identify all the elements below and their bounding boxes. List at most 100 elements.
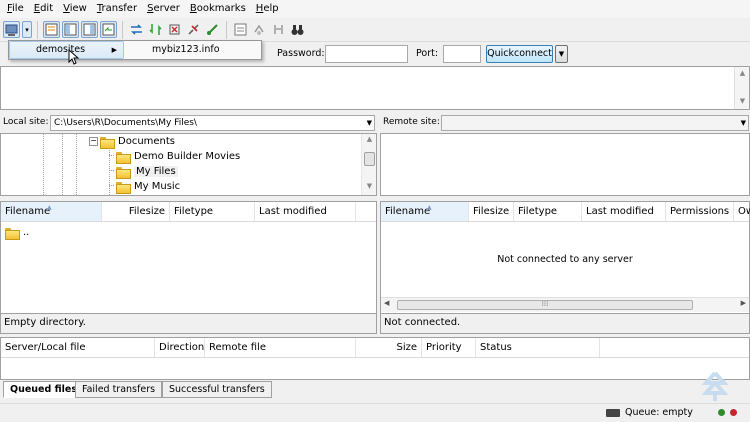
site-manager-icon[interactable] [3,21,20,38]
remote-directory-tree[interactable] [380,133,750,196]
column-size[interactable]: Size [356,338,422,357]
tree-item-my-files[interactable]: My Files [116,164,178,179]
tree-item-label: Demo Builder Movies [134,151,241,162]
scroll-right-icon[interactable]: ▶ [741,299,746,307]
menu-server[interactable]: Server [142,1,185,17]
column-filename[interactable]: Filename ▲ [381,202,469,221]
tab-successful-transfers[interactable]: Successful transfers [162,381,272,398]
scroll-down-icon[interactable]: ▼ [362,182,377,190]
scroll-down-icon[interactable]: ▼ [735,97,750,105]
column-filename[interactable]: Filename ▲ [1,202,102,221]
quickconnect-history-dropdown[interactable]: ▼ [555,45,568,63]
column-priority[interactable]: Priority [422,338,476,357]
scroll-left-icon[interactable]: ◀ [384,299,389,307]
queue-header: Server/Local file Direction Remote file … [1,338,749,358]
chevron-down-icon[interactable]: ▼ [741,116,746,130]
tree-item-my-music[interactable]: My Music [116,179,180,194]
message-log-toggle-icon[interactable] [43,21,60,38]
column-direction[interactable]: Direction [155,338,205,357]
ssl-indicator-icon [606,409,620,417]
scroll-up-icon[interactable]: ▲ [362,135,377,143]
queue-tabs: Queued files Failed transfers Successful… [0,381,750,399]
local-file-list[interactable]: Filename ▲ Filesize Filetype Last modifie… [0,201,377,314]
scroll-thumb[interactable] [364,152,375,166]
remote-tree-toggle-icon[interactable] [81,21,98,38]
list-item[interactable]: .. [5,225,29,240]
queue-status: Queue: empty [625,407,693,418]
refresh-icon[interactable] [128,21,145,38]
sort-ascending-icon: ▲ [427,204,432,211]
password-label: Password: [277,48,325,59]
local-directory-tree[interactable]: − Documents Demo Builder Movies My Files… [0,133,377,196]
file-name: .. [23,227,30,238]
column-status[interactable]: Status [476,338,600,357]
toolbar-separator [226,20,227,39]
column-remote-file[interactable]: Remote file [205,338,356,357]
process-queue-icon[interactable] [147,21,164,38]
disconnect-icon[interactable] [185,21,202,38]
menu-help[interactable]: Help [251,1,284,17]
site-manager-menu: demosites ▶ mybiz123.info [8,40,262,60]
local-status-line: Empty directory. [0,314,377,334]
tree-item-label: Documents [118,136,176,147]
column-filetype[interactable]: Filetype [170,202,255,221]
tree-item-label: My Music [134,181,181,192]
tree-item-documents[interactable]: Documents [100,134,175,149]
folder-icon [116,166,131,179]
toolbar-separator [37,20,38,39]
sort-ascending-icon: ▲ [47,204,52,211]
status-bar: Queue: empty [0,403,750,422]
directory-comparison-icon[interactable] [270,21,287,38]
scroll-up-icon[interactable]: ▲ [735,69,750,77]
scroll-thumb[interactable]: ⁞⁞⁞ [397,300,693,310]
quickconnect-button[interactable]: Quickconnect [486,45,553,63]
collapse-toggle-icon[interactable]: − [89,137,98,146]
column-owner[interactable]: Ow [734,202,750,221]
menu-item-demosites[interactable]: demosites ▶ [9,41,124,59]
local-tree-toggle-icon[interactable] [62,21,79,38]
column-last-modified[interactable]: Last modified [582,202,666,221]
menu-bookmarks[interactable]: Bookmarks [185,1,251,17]
remote-site-path-combo[interactable]: ▼ [441,115,749,131]
cancel-operation-icon[interactable] [166,21,183,38]
column-filetype[interactable]: Filetype [514,202,582,221]
tree-item-label: My Files [134,166,178,177]
local-list-header: Filename ▲ Filesize Filetype Last modifie… [1,202,376,222]
remote-list-hscrollbar[interactable]: ◀ ⁞⁞⁞ ▶ [381,297,749,312]
tree-item-demo-builder-movies[interactable]: Demo Builder Movies [116,149,240,164]
column-last-modified[interactable]: Last modified [255,202,356,221]
directory-listing-filters-icon[interactable] [232,21,249,38]
site-manager-dropdown-icon[interactable]: ▾ [22,21,32,38]
menu-file[interactable]: File [2,1,29,17]
receive-led-icon [730,409,737,416]
local-site-path-combo[interactable]: C:\Users\R\Documents\My Files\ ▼ [50,115,375,131]
sync-browsing-icon[interactable] [251,21,268,38]
column-permissions[interactable]: Permissions [666,202,734,221]
remote-file-list[interactable]: Filename ▲ Filesize Filetype Last modifie… [380,201,750,314]
local-tree-scrollbar[interactable]: ▲ ▼ [361,134,376,195]
folder-icon [116,151,131,164]
message-log-scrollbar[interactable]: ▲ ▼ [734,67,749,109]
search-binoculars-icon[interactable] [289,21,306,38]
toolbar-separator [122,20,123,39]
column-server-local-file[interactable]: Server/Local file [1,338,155,357]
transfer-queue-toggle-icon[interactable] [100,21,117,38]
column-filesize[interactable]: Filesize [469,202,514,221]
menu-transfer[interactable]: Transfer [92,1,142,17]
menu-bar: File Edit View Transfer Server Bookmarks… [0,0,750,18]
port-label: Port: [416,48,439,59]
transfer-queue[interactable]: Server/Local file Direction Remote file … [0,337,750,380]
tab-failed-transfers[interactable]: Failed transfers [75,381,163,398]
chevron-down-icon[interactable]: ▼ [367,116,372,130]
port-input[interactable] [443,45,481,63]
message-log[interactable]: ▲ ▼ [0,66,750,110]
menu-edit[interactable]: Edit [29,1,58,17]
tab-queued-files[interactable]: Queued files [3,381,84,398]
column-filesize[interactable]: Filesize [102,202,170,221]
reconnect-icon[interactable] [204,21,221,38]
submenu-item-site[interactable]: mybiz123.info [124,41,220,59]
menu-view[interactable]: View [58,1,92,17]
password-input[interactable] [325,45,408,63]
local-site-bar: Local site: C:\Users\R\Documents\My File… [0,113,377,133]
remote-list-header: Filename ▲ Filesize Filetype Last modifie… [381,202,750,222]
